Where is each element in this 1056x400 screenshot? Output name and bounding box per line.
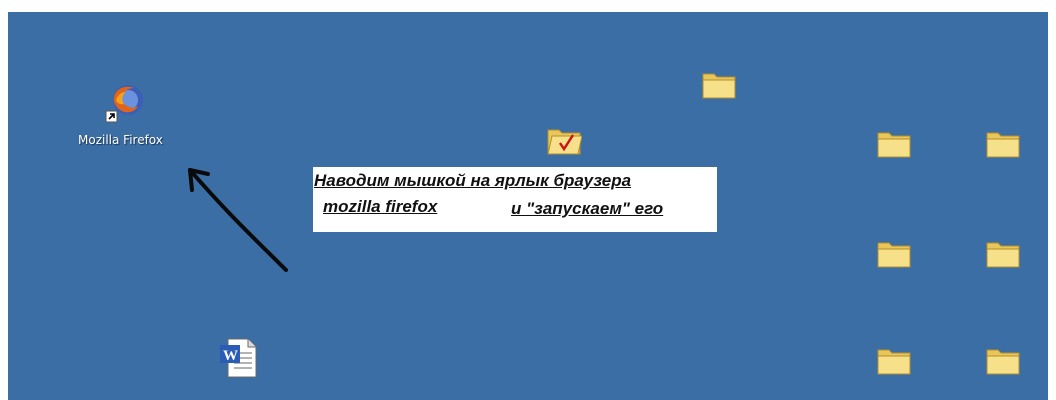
annotation-box: Наводим мышкой на ярлык браузера mozilla… — [313, 167, 717, 232]
pointer-arrow-icon — [188, 168, 288, 272]
annotation-line-2-right: и "запускаем" его — [511, 199, 664, 218]
folder-icon[interactable] — [985, 127, 1021, 159]
annotation-line-2-left: mozilla firefox — [323, 197, 438, 216]
folder-icon[interactable] — [876, 127, 912, 159]
folder-icon[interactable] — [985, 237, 1021, 269]
firefox-label[interactable]: Mozilla Firefox — [78, 133, 163, 147]
folder-icon[interactable] — [876, 344, 912, 376]
annotation-line-1: Наводим мышкой на ярлык браузера — [314, 171, 632, 190]
folder-icon[interactable] — [985, 344, 1021, 376]
checked-folder-icon[interactable] — [546, 124, 582, 156]
folder-icon[interactable] — [876, 237, 912, 269]
desktop[interactable]: Mozilla Firefox W Наводим мышкой на ярлы… — [8, 12, 1048, 400]
svg-text:W: W — [223, 348, 238, 364]
word-document-icon[interactable]: W — [218, 337, 258, 379]
firefox-icon — [105, 85, 143, 123]
firefox-shortcut[interactable] — [104, 80, 148, 124]
folder-icon[interactable] — [701, 68, 737, 100]
